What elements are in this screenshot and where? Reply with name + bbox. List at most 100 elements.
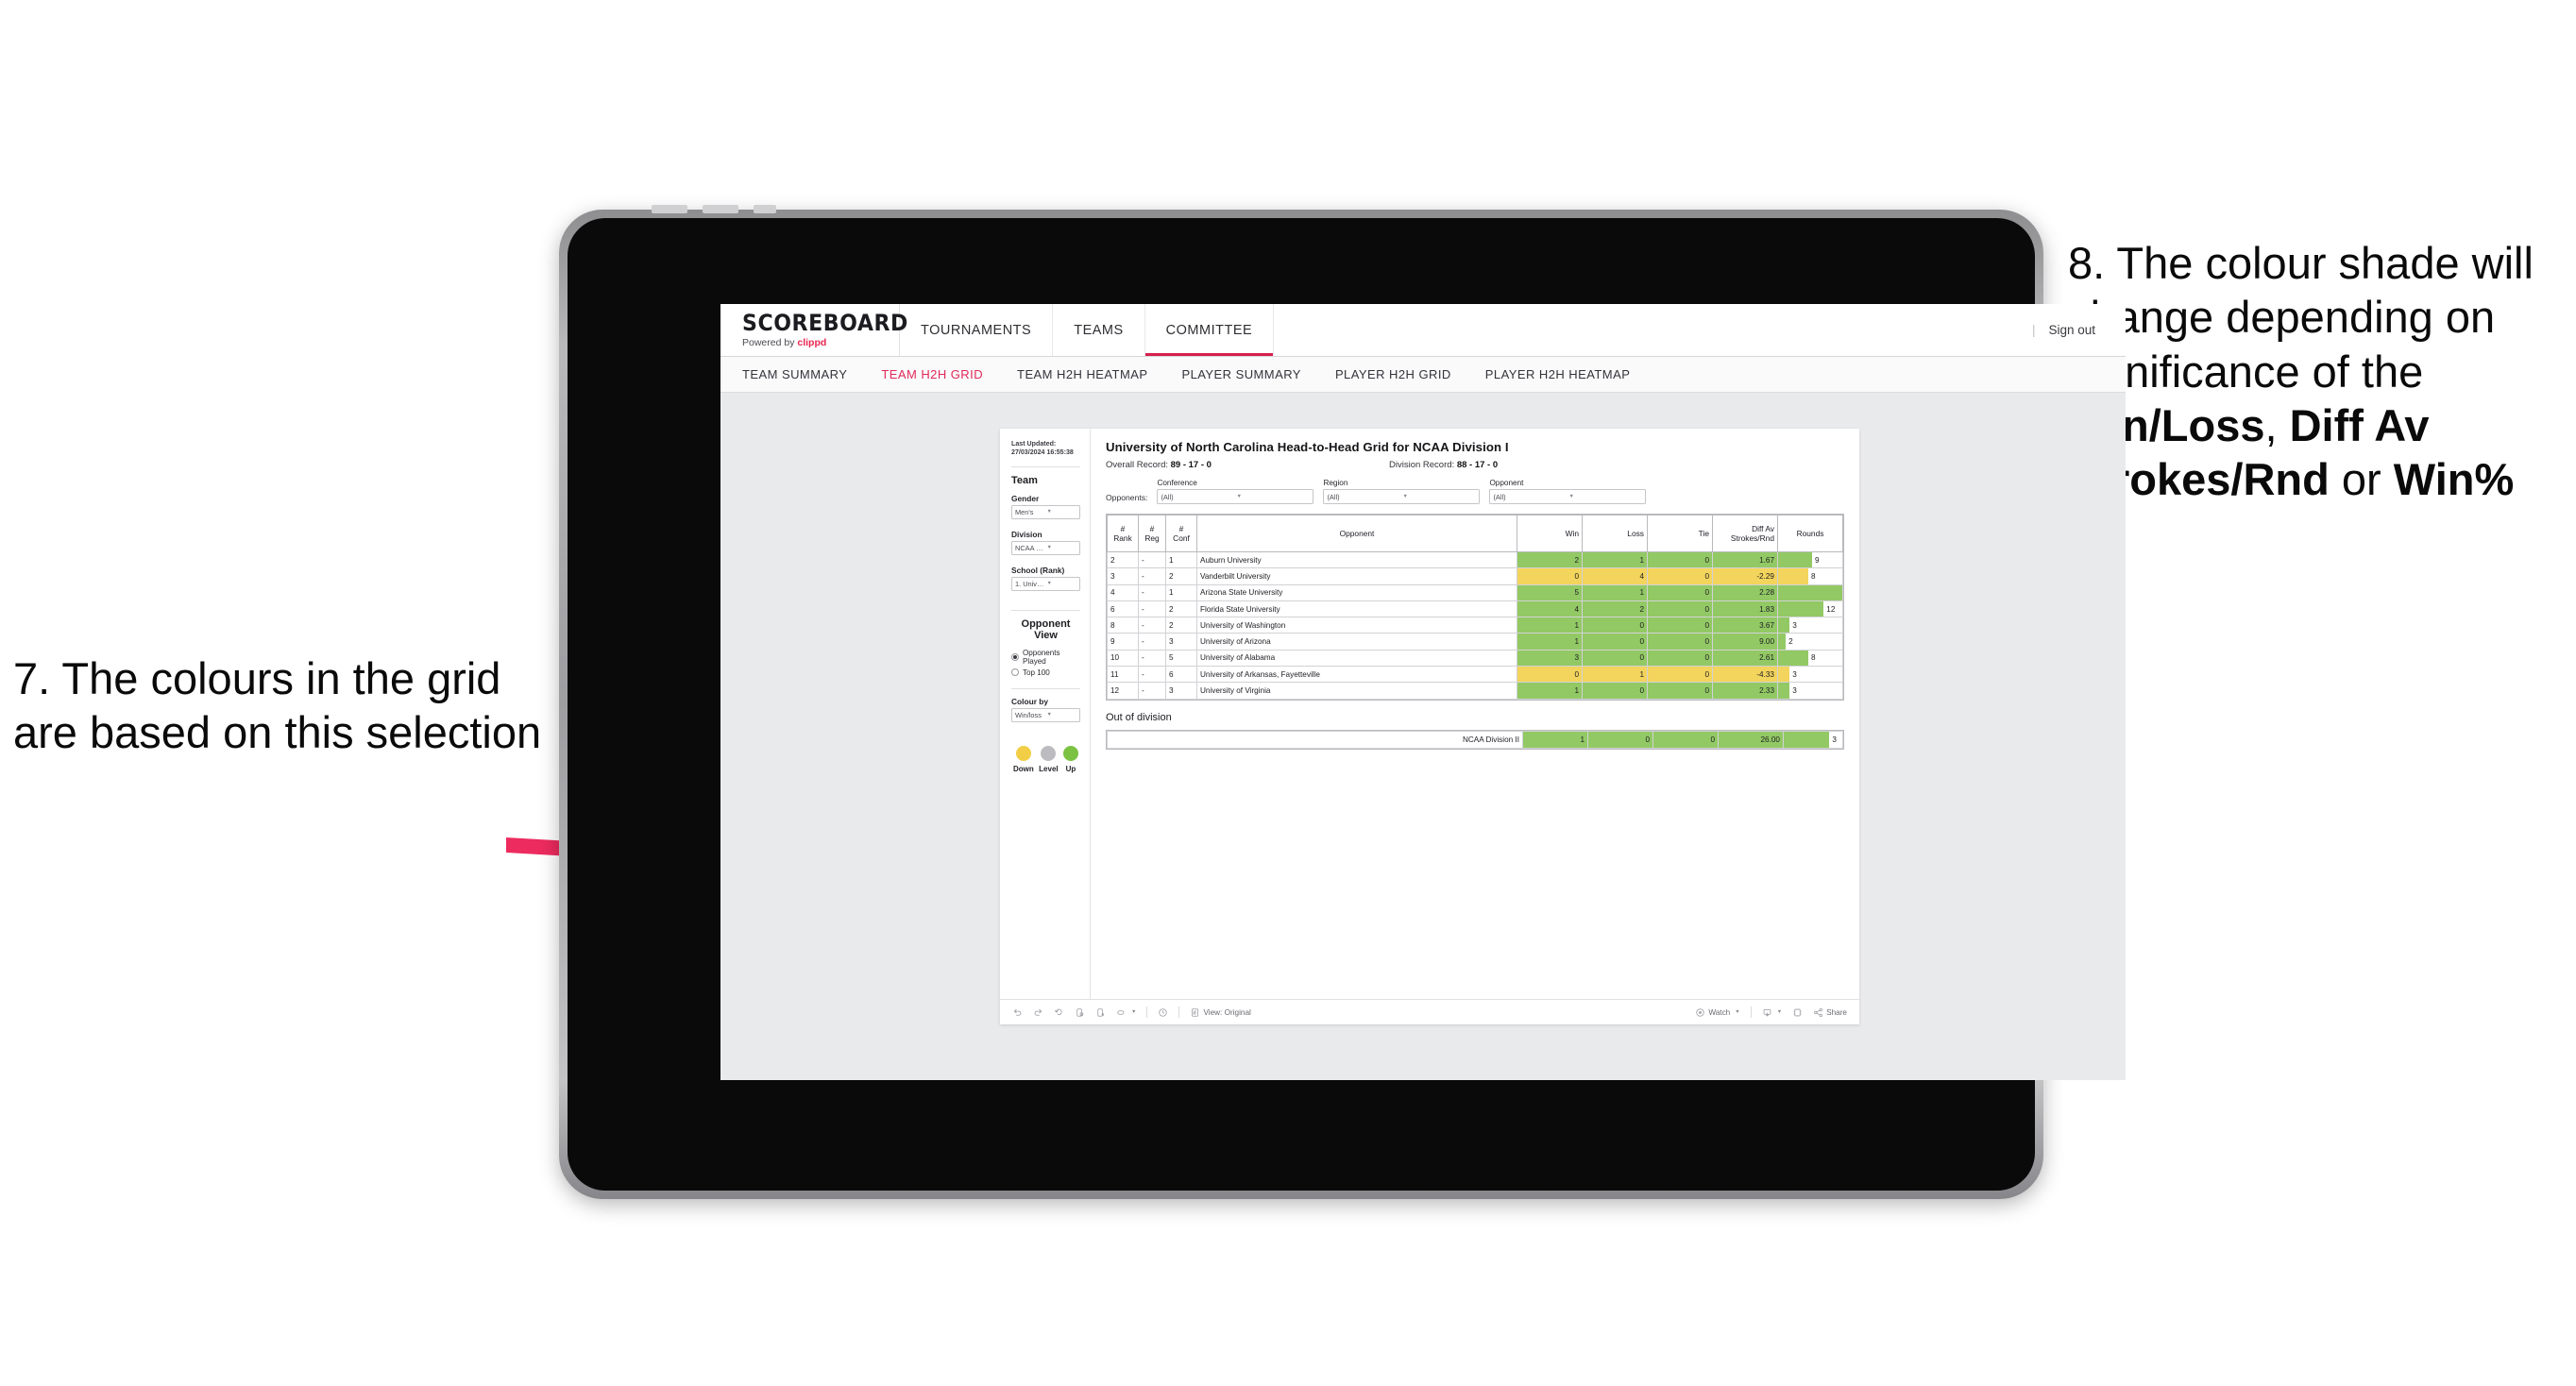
cell-win: 1 (1517, 617, 1583, 634)
watch-button[interactable]: Watch ▼ (1695, 1007, 1740, 1018)
divider (1011, 609, 1080, 611)
table-row[interactable]: 13-1Texas Tech University3005.569 (1107, 698, 1843, 700)
opponents-label: Opponents: (1106, 493, 1148, 502)
cell-win: 5 (1517, 583, 1583, 601)
cell-opponent: University of Virginia (1196, 682, 1517, 700)
legend-item-up: Up (1063, 745, 1078, 773)
cell-win: 2 (1517, 550, 1583, 569)
overall-record-label: Overall Record: (1106, 460, 1168, 470)
table-row[interactable]: 10-5 University of Alabama 3 0 0 2.61 8 (1107, 649, 1843, 668)
table-row[interactable]: 9-3 University of Arizona 1 0 0 9.00 2 (1107, 633, 1843, 651)
cell-rank: 13 (1107, 698, 1139, 700)
col-opponent[interactable]: Opponent (1196, 515, 1517, 552)
col-rank[interactable]: # Rank (1107, 515, 1139, 552)
filter-division: Division NCAA Division I ▼ (1011, 530, 1080, 566)
colour-legend: Down Level Up (1011, 745, 1080, 773)
radio-selected-icon (1011, 652, 1019, 661)
subnav-player-h2h-heatmap[interactable]: PLAYER H2H HEATMAP (1485, 367, 1631, 381)
filter-school-rank-select[interactable]: 1. University of Nort... ▼ (1011, 576, 1080, 591)
legend-dot-up-icon (1063, 745, 1078, 761)
cell-reg: - (1138, 600, 1166, 618)
cell-opponent: Texas Tech University (1196, 698, 1517, 700)
cell-rank: 9 (1107, 633, 1139, 651)
col-diff-av-strokes[interactable]: Diff Av Strokes/Rnd (1712, 515, 1778, 552)
table-row[interactable]: 3-2 Vanderbilt University 0 4 0 -2.29 8 (1107, 567, 1843, 585)
cell-rounds: 17 (1777, 583, 1843, 601)
filter-gender-select[interactable]: Men's ▼ (1011, 504, 1080, 519)
cell-rank: 2 (1107, 550, 1139, 569)
nav-teams[interactable]: TEAMS (1053, 304, 1145, 356)
watch-label: Watch (1708, 1007, 1731, 1017)
cell-win: 4 (1517, 600, 1583, 618)
cell-diff-av-strokes: 2.28 (1712, 583, 1778, 601)
out-of-division-row[interactable]: NCAA Division II 1 0 0 26.00 3 (1107, 731, 1843, 749)
cell-win: 0 (1517, 567, 1583, 585)
col-loss[interactable]: Loss (1582, 515, 1648, 552)
col-tie[interactable]: Tie (1647, 515, 1713, 552)
filter-opponent-select[interactable]: (All) ▼ (1489, 489, 1647, 504)
sign-out-link[interactable]: Sign out (2048, 323, 2095, 337)
radio-opponents-played[interactable]: Opponents Played (1011, 649, 1080, 666)
filter-region-select[interactable]: (All) ▼ (1323, 489, 1481, 504)
revert-icon[interactable] (1054, 1007, 1064, 1018)
share-button[interactable]: Share (1813, 1007, 1847, 1018)
opponent-view-heading: Opponent View (1021, 617, 1071, 641)
chevron-down-icon: ▼ (1402, 494, 1408, 499)
visualization-body: Last Updated: 27/03/2024 16:55:38 Team G… (1000, 429, 1859, 999)
cell-win: 1 (1517, 633, 1583, 651)
subnav-player-h2h-grid[interactable]: PLAYER H2H GRID (1335, 367, 1451, 381)
pause-icon[interactable] (1095, 1007, 1106, 1018)
tablet-volume-down-button[interactable] (703, 205, 738, 213)
filter-division-label: Division (1011, 529, 1042, 539)
table-row[interactable]: 2-1 Auburn University 2 1 0 1.67 9 (1107, 550, 1843, 569)
undo-icon[interactable] (1012, 1007, 1023, 1018)
tablet-power-button[interactable] (754, 205, 776, 213)
col-rounds[interactable]: Rounds (1777, 515, 1843, 552)
cell-loss: 1 (1582, 583, 1648, 601)
cell-diff-av-strokes: -4.33 (1712, 666, 1778, 684)
annotation-8-text-1: The colour shade will change depending o… (2068, 238, 2534, 397)
tablet-volume-up-button[interactable] (652, 205, 687, 213)
col-win[interactable]: Win (1517, 515, 1583, 552)
table-row[interactable]: 8-2 University of Washington 1 0 0 3.67 3 (1107, 617, 1843, 634)
cell-rounds: 2 (1777, 633, 1843, 651)
filter-division-select[interactable]: NCAA Division I ▼ (1011, 540, 1080, 555)
chevron-down-icon: ▼ (1236, 494, 1242, 499)
cell-conf: 1 (1165, 550, 1197, 569)
filter-sidebar: Last Updated: 27/03/2024 16:55:38 Team G… (1000, 429, 1091, 999)
table-row[interactable]: 12-3 University of Virginia 1 0 0 2.33 3 (1107, 682, 1843, 700)
cell-rounds: 9 (1777, 550, 1843, 569)
subnav-player-summary[interactable]: PLAYER SUMMARY (1181, 367, 1300, 381)
brand-block[interactable]: SCOREBOARD Powered by clippd (720, 304, 907, 356)
filter-conference-select[interactable]: (All) ▼ (1157, 489, 1314, 504)
radio-top-100[interactable]: Top 100 (1011, 668, 1080, 677)
refresh-data-icon[interactable] (1075, 1007, 1085, 1018)
col-reg[interactable]: # Reg (1138, 515, 1166, 552)
subnav-team-h2h-grid[interactable]: TEAM H2H GRID (881, 367, 983, 381)
cell-tie: 0 (1647, 682, 1713, 700)
highlight-icon[interactable]: ▼ (1116, 1007, 1136, 1018)
subnav-team-h2h-heatmap[interactable]: TEAM H2H HEATMAP (1017, 367, 1147, 381)
filter-region-label: Region (1323, 479, 1348, 487)
toolbar-divider (1750, 1006, 1752, 1018)
col-conf[interactable]: # Conf (1165, 515, 1197, 552)
table-row[interactable]: 11-6 University of Arkansas, Fayetteville… (1107, 666, 1843, 684)
cell-diff-av-strokes: 2.33 (1712, 682, 1778, 700)
download-button[interactable]: ▼ (1762, 1007, 1782, 1018)
cell-reg: - (1138, 633, 1166, 651)
nav-tournaments[interactable]: TOURNAMENTS (900, 304, 1054, 356)
page-title: University of North Carolina Head-to-Hea… (1106, 440, 1509, 454)
subnav-team-summary[interactable]: TEAM SUMMARY (742, 367, 847, 381)
table-row[interactable]: 6-2 Florida State University 4 2 0 1.83 12 (1107, 600, 1843, 618)
chevron-down-icon: ▼ (1776, 1009, 1783, 1015)
clock-icon[interactable] (1158, 1007, 1168, 1018)
redo-icon[interactable] (1033, 1007, 1043, 1018)
view-original-button[interactable]: View: Original (1190, 1007, 1251, 1018)
filter-region-value: (All) (1327, 492, 1340, 501)
fullscreen-icon[interactable] (1792, 1007, 1803, 1018)
nav-committee[interactable]: COMMITTEE (1144, 304, 1275, 356)
h2h-grid-table-wrapper[interactable]: # Rank # Reg # Conf Opponent Win Loss Ti… (1106, 514, 1844, 701)
table-row[interactable]: 4-1Arizona State University5102.2817 (1107, 583, 1843, 601)
filter-colour-by-select[interactable]: Win/loss ▼ (1011, 707, 1080, 722)
filter-opponent-value: (All) (1493, 492, 1506, 501)
